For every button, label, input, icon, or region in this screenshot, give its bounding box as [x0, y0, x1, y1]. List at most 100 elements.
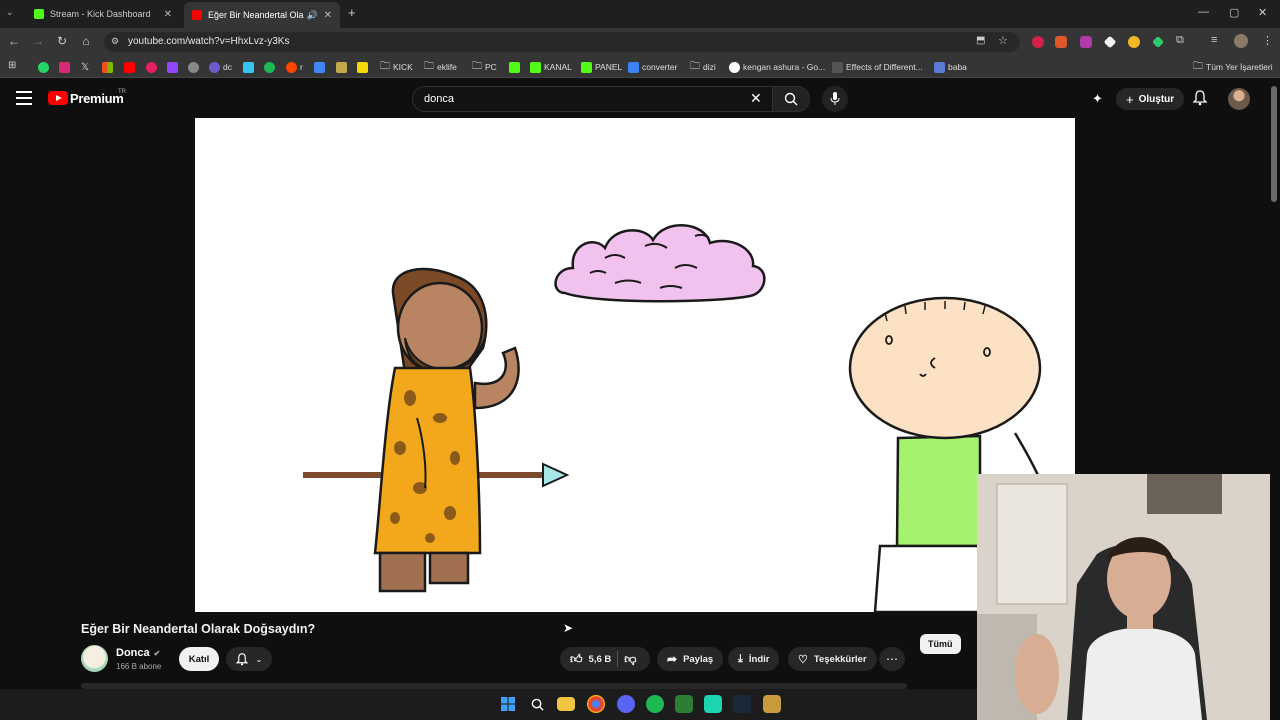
back-button[interactable]: ← [6, 34, 22, 48]
bookmark-kengan[interactable]: kengan ashura - Go... [729, 60, 825, 74]
profile-avatar[interactable] [1234, 34, 1248, 48]
app-icon[interactable] [704, 695, 722, 713]
premium-gem-icon[interactable]: ✦ [1092, 91, 1103, 107]
home-button[interactable]: ⌂ [78, 34, 94, 48]
channel-avatar[interactable] [81, 645, 108, 672]
bookmark-kick[interactable] [509, 60, 523, 74]
extension-icon[interactable] [1032, 36, 1044, 48]
page-scrollbar[interactable] [1271, 86, 1277, 202]
spotify-icon[interactable] [646, 695, 664, 713]
search-button[interactable] [772, 86, 810, 112]
steam-icon[interactable] [733, 695, 751, 713]
reload-button[interactable]: ↻ [54, 34, 70, 48]
s-icon [357, 61, 368, 73]
bookmark-chatgpt[interactable] [188, 60, 202, 74]
bookmark-slack[interactable] [243, 60, 257, 74]
voice-search-button[interactable] [822, 86, 848, 112]
chip-all[interactable]: Tümü [920, 634, 961, 654]
bookmark-spotify[interactable] [264, 60, 278, 74]
bookmark-star-icon[interactable]: ☆ [998, 34, 1008, 47]
bookmark-whatsapp[interactable] [38, 60, 52, 74]
bookmark-label: dizi [703, 62, 716, 72]
url-text[interactable]: youtube.com/watch?v=HhxLvz-y3Ks [128, 36, 289, 47]
bookmark-dc[interactable]: dc [209, 60, 232, 74]
extension-icon[interactable] [1055, 36, 1067, 48]
account-avatar[interactable] [1228, 88, 1250, 110]
share-button[interactable]: ➦ Paylaş [657, 647, 724, 671]
tab-kick-dashboard[interactable]: Stream - Kick Dashboard ✕ [26, 4, 180, 24]
kick-icon [581, 61, 592, 73]
thumbs-down-icon[interactable]: 👎︎ [624, 652, 636, 667]
spotify-icon [264, 61, 275, 73]
search-query[interactable]: donca [424, 93, 454, 105]
bookmark-folder-pc[interactable]: 🗀 PC [472, 60, 497, 74]
discord-icon[interactable] [617, 695, 635, 713]
bookmark-panel[interactable]: PANEL [581, 60, 622, 74]
search-input[interactable] [412, 86, 774, 112]
search-icon[interactable] [528, 695, 546, 713]
download-icon: ⤓ [738, 652, 743, 665]
bookmark-s[interactable] [357, 60, 371, 74]
clear-search-icon[interactable]: ✕ [750, 90, 762, 107]
app-icon[interactable] [675, 695, 693, 713]
new-tab-button[interactable]: + [348, 5, 356, 20]
apps-grid-icon[interactable]: ⊞ [8, 60, 16, 71]
extension-icon[interactable] [1080, 36, 1092, 48]
minimize-button[interactable]: — [1198, 6, 1209, 18]
windows-start-icon[interactable] [499, 695, 517, 713]
folder-icon: 🗀 [380, 60, 390, 72]
notifications-bell-icon[interactable] [1192, 90, 1208, 111]
league-client-icon[interactable] [763, 695, 781, 713]
maximize-button[interactable]: ▢ [1229, 6, 1239, 19]
bookmark-red[interactable] [146, 60, 160, 74]
like-count[interactable]: 5,6 B [589, 654, 612, 665]
bookmark-x[interactable]: 𝕏 [81, 60, 89, 74]
bookmark-baba[interactable]: baba [934, 60, 967, 74]
channel-name[interactable]: Donca ✔ [116, 647, 160, 659]
thanks-button[interactable]: ♡ Teşekkürler [788, 647, 877, 671]
bookmark-twitch[interactable] [167, 60, 181, 74]
video-player[interactable] [195, 118, 1075, 612]
bookmark-r[interactable]: r [286, 60, 303, 74]
more-actions-button[interactable]: ⋯ [879, 647, 905, 671]
bookmark-youtube[interactable] [124, 60, 138, 74]
bookmark-microsoft[interactable] [102, 60, 116, 74]
tab-youtube-video[interactable]: Eğer Bir Neandertal Olarak 🔊 ✕ [184, 2, 340, 28]
create-button[interactable]: + Oluştur [1116, 88, 1185, 110]
subscription-bell-button[interactable]: ⌄ [226, 647, 272, 671]
join-button[interactable]: Katıl [179, 647, 219, 671]
hamburger-menu-icon[interactable] [16, 91, 32, 105]
site-info-icon[interactable]: ⚙ [111, 36, 119, 47]
download-button[interactable]: ⤓ İndir [728, 647, 780, 671]
folder-icon: 🗀 [472, 60, 482, 72]
forward-button[interactable]: → [30, 34, 46, 48]
close-tab-icon[interactable]: ✕ [324, 10, 332, 21]
extension-icon[interactable] [1128, 36, 1140, 48]
bookmark-folder-kick[interactable]: 🗀 KICK [380, 60, 413, 74]
reading-list-icon[interactable]: ≡ [1211, 34, 1217, 46]
extensions-puzzle-icon[interactable]: ⧉ [1176, 34, 1184, 47]
youtube-logo[interactable] [48, 91, 68, 105]
microsoft-icon [102, 61, 113, 73]
chrome-menu-icon[interactable]: ⋮ [1262, 34, 1273, 47]
install-app-icon[interactable]: ⬒ [976, 35, 985, 46]
chrome-icon[interactable] [587, 695, 605, 713]
bookmark-instagram[interactable] [59, 60, 73, 74]
bookmark-kanal[interactable]: KANAL [530, 60, 572, 74]
bookmark-folder-dizi[interactable]: 🗀 dizi [690, 60, 716, 74]
bookmark-translate[interactable] [314, 60, 328, 74]
all-bookmarks[interactable]: 🗀 Tüm Yer İşaretleri [1193, 60, 1273, 74]
file-explorer-icon[interactable] [557, 697, 575, 711]
chevron-down-icon: ⌄ [255, 654, 263, 664]
bookmark-app[interactable] [336, 60, 350, 74]
bookmark-effects[interactable]: Effects of Different... [832, 60, 923, 74]
audio-playing-icon[interactable]: 🔊 [307, 10, 318, 21]
tab-search-icon[interactable]: ⌄ [6, 7, 14, 18]
youtube-premium-brand[interactable]: Premium [70, 91, 124, 106]
close-window-button[interactable]: ✕ [1258, 6, 1267, 19]
bookmark-converter[interactable]: converter [628, 60, 677, 74]
bookmark-folder-eklife[interactable]: 🗀 eklife [424, 60, 457, 74]
close-tab-icon[interactable]: ✕ [164, 9, 172, 20]
download-label: İndir [748, 653, 770, 665]
thumbs-up-icon[interactable]: 👍︎ [570, 652, 583, 667]
